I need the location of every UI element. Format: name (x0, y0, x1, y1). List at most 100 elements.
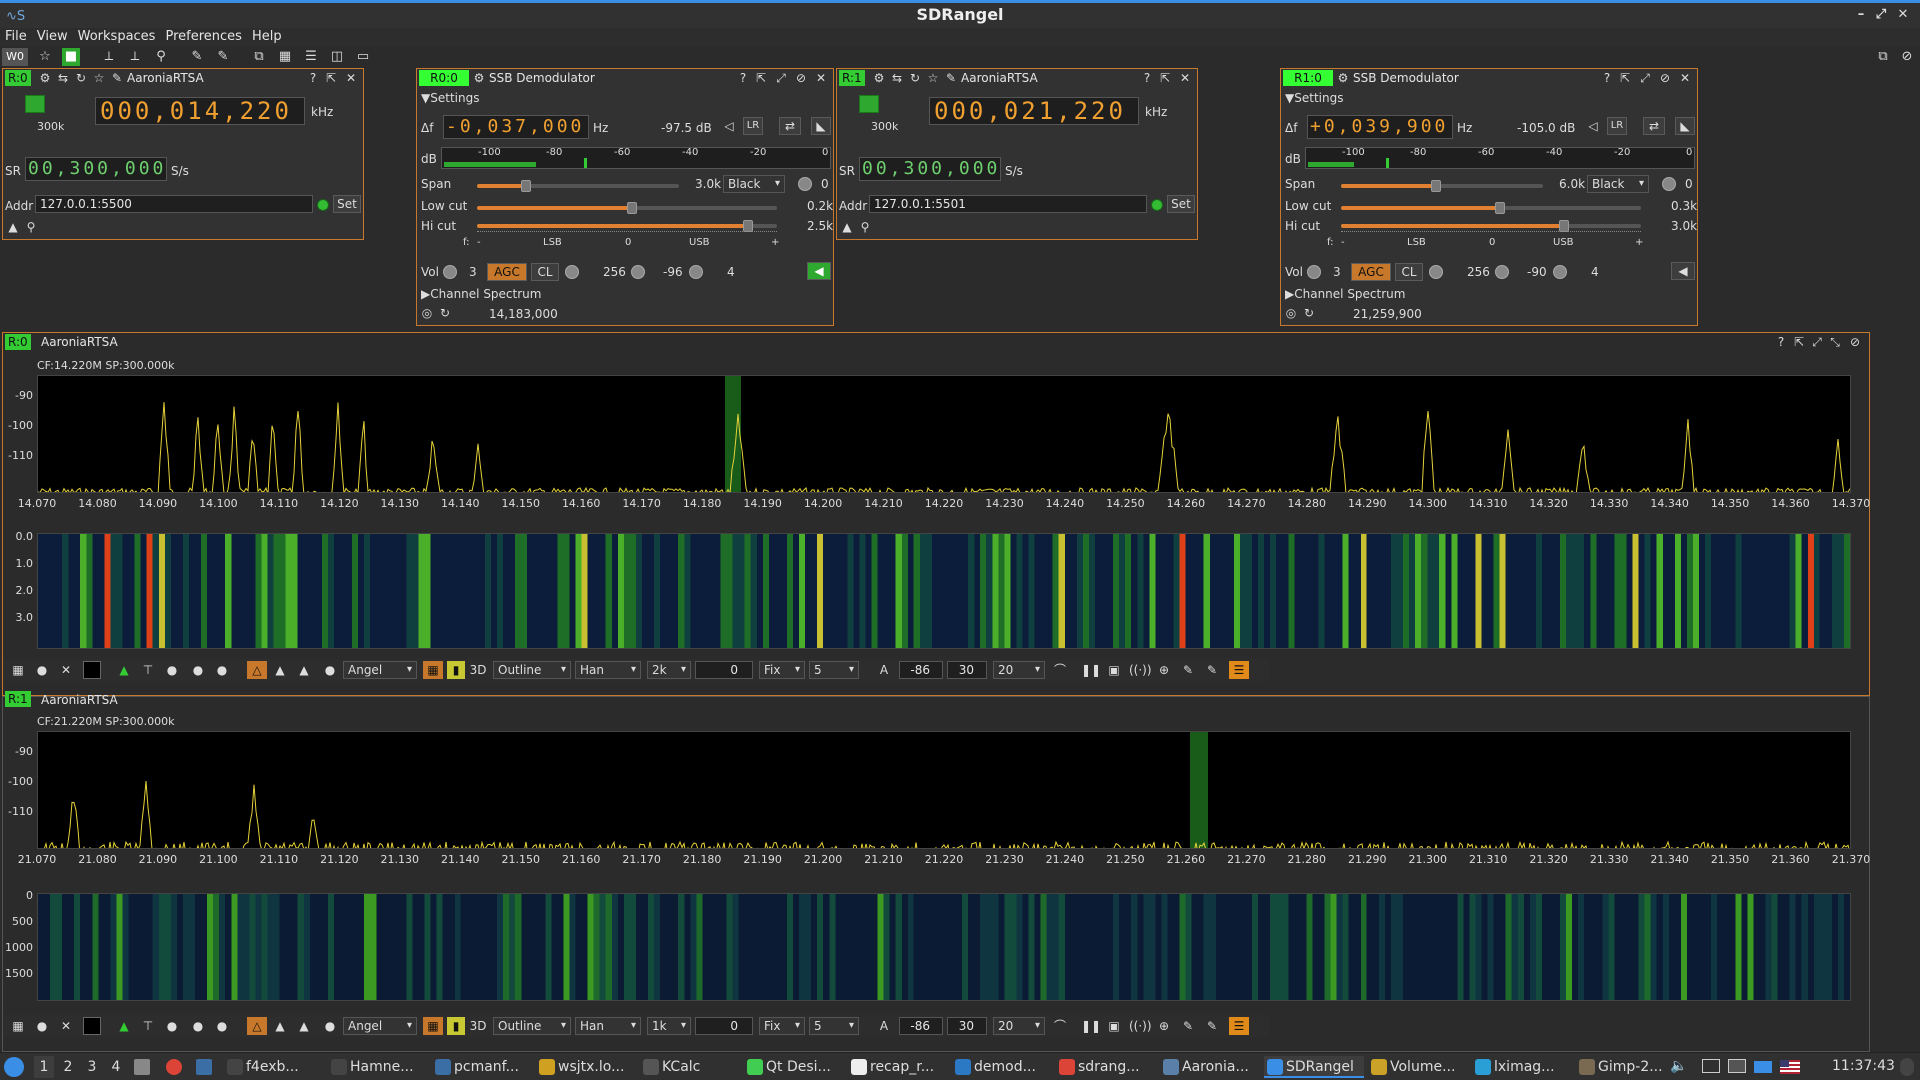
flip-sidebands-icon[interactable]: ⇄ (1643, 117, 1665, 135)
spectrum-display[interactable] (37, 731, 1851, 849)
spectrum-display[interactable] (37, 375, 1851, 493)
3d-icon[interactable]: 3D (469, 1017, 487, 1035)
averaging-mode-select[interactable]: Fix (759, 661, 805, 679)
palette-select[interactable]: Angel (343, 1017, 417, 1035)
tool-icon[interactable]: ✎ (109, 70, 125, 86)
broadcast-icon[interactable]: ((·)) (1129, 1017, 1152, 1035)
file-manager-launcher-icon[interactable] (134, 1059, 150, 1075)
max-hold-icon[interactable]: ▲ (271, 1017, 289, 1035)
agc-threshold-knob[interactable] (689, 265, 703, 279)
persistence-icon[interactable]: ▲ (295, 661, 313, 679)
averaging-mode-select[interactable]: Fix (759, 1017, 805, 1035)
delta-frequency-dial[interactable]: +0,039,900 (1307, 115, 1453, 139)
range-spinbox[interactable]: 30 (947, 1017, 987, 1035)
taskbar-task[interactable]: f4exb... (224, 1056, 324, 1078)
hide-workspace-icon[interactable]: ⊘ (1898, 48, 1916, 66)
move-icon[interactable]: ⇱ (1157, 70, 1173, 86)
taskbar-task[interactable]: wsjtx.lo... (536, 1056, 636, 1078)
restore-workspace-icon[interactable]: ⧉ (1874, 48, 1892, 66)
address-input[interactable]: 127.0.0.1:5500 (35, 195, 313, 213)
menu-icon[interactable]: ☰ (1229, 661, 1249, 679)
agc-button[interactable]: AGC (487, 263, 527, 281)
help-icon[interactable]: ? (1139, 70, 1155, 86)
palette-select[interactable]: Black (1587, 175, 1649, 193)
broadcast-icon[interactable]: ((·)) (1129, 661, 1152, 679)
agc-time-knob[interactable] (1429, 265, 1443, 279)
histogram-icon[interactable]: ▮ (447, 1017, 465, 1035)
start-stop-button[interactable] (859, 95, 879, 113)
span-slider[interactable] (477, 180, 679, 192)
gear-icon[interactable]: ⚙ (1335, 70, 1351, 86)
maximize-icon[interactable]: ⤢ (1872, 3, 1890, 27)
fps-select[interactable]: 20 (993, 1017, 1045, 1035)
hicut-slider[interactable] (1341, 220, 1641, 232)
notification-icon[interactable] (1900, 1058, 1914, 1076)
address-input[interactable]: 127.0.0.1:5501 (869, 195, 1147, 213)
up-arrow-icon[interactable]: ▲ (839, 219, 855, 235)
menu-workspaces[interactable]: Workspaces (73, 28, 161, 46)
channel-spectrum-toggle[interactable]: ▶Channel Spectrum (421, 287, 541, 301)
histogram-icon[interactable]: ▮ (447, 661, 465, 679)
stroke-knob[interactable]: ● (321, 1017, 339, 1035)
help-icon[interactable]: ? (1773, 334, 1789, 350)
volume-knob[interactable] (443, 265, 457, 279)
ref-level-spinbox[interactable]: -86 (899, 1017, 943, 1035)
target-icon[interactable]: ◎ (419, 305, 435, 321)
taskbar-task[interactable]: Aaronia... (1160, 1056, 1260, 1078)
taskbar-task[interactable]: Gimp-2... (1576, 1056, 1676, 1078)
peak-hold-icon[interactable]: △ (247, 661, 267, 679)
waterfall-display[interactable] (37, 893, 1851, 1001)
pause-icon[interactable]: ❚❚ (1081, 661, 1101, 679)
fill-icon[interactable]: ▲ (115, 1017, 133, 1035)
ref-level-spinbox[interactable]: -86 (899, 661, 943, 679)
agc-power-knob[interactable] (631, 265, 645, 279)
close-icon[interactable]: ✕ (1177, 70, 1193, 86)
tuning-icon[interactable]: ◣ (811, 117, 831, 135)
hide-icon[interactable]: ⊘ (1657, 70, 1673, 86)
minimize-icon[interactable]: – (1852, 3, 1870, 27)
menu-preferences[interactable]: Preferences (160, 28, 246, 46)
window-select[interactable]: Han (575, 1017, 641, 1035)
maximize-icon[interactable]: ⤢ (1637, 70, 1653, 86)
lr-button[interactable]: LR (743, 117, 763, 135)
move-icon[interactable]: ⇱ (323, 70, 339, 86)
help-icon[interactable]: ? (1599, 70, 1615, 86)
star-icon[interactable]: ☆ (925, 70, 941, 86)
sample-rate-dial[interactable]: 00,300,000 (859, 157, 1001, 181)
clear-icon[interactable]: ✕ (57, 661, 75, 679)
move-icon[interactable]: ⇱ (1791, 334, 1807, 350)
browser-launcher-icon[interactable] (166, 1059, 182, 1075)
curve-icon[interactable]: ⌒ (1051, 661, 1069, 679)
taskbar-task[interactable]: recap_r... (848, 1056, 948, 1078)
pause-icon[interactable]: ❚❚ (1081, 1017, 1101, 1035)
persistence-icon[interactable]: ▲ (295, 1017, 313, 1035)
add-feature-icon[interactable]: ✎ (188, 48, 206, 66)
display-icon[interactable] (1702, 1059, 1720, 1073)
style-select[interactable]: Outline (493, 1017, 571, 1035)
fill-icon[interactable]: ▲ (115, 661, 133, 679)
crosshair-icon[interactable]: ⊕ (1155, 661, 1173, 679)
add-rx-icon[interactable]: ⟂ (100, 48, 118, 66)
network-icon[interactable]: ⚲ (857, 219, 873, 235)
taskbar-task[interactable]: Volume... (1368, 1056, 1468, 1078)
close-icon[interactable]: ✕ (813, 70, 829, 86)
stop-icon[interactable]: ■ (62, 48, 80, 66)
menu-view[interactable]: View (32, 28, 73, 46)
workspace-4[interactable]: 4 (106, 1056, 126, 1078)
span-knob[interactable] (798, 177, 812, 191)
fps-select[interactable]: 20 (993, 661, 1045, 679)
set-button[interactable]: Set (333, 195, 361, 213)
window-select[interactable]: Han (575, 661, 641, 679)
waterfall-icon[interactable]: ▦ (423, 1017, 443, 1035)
hicut-slider[interactable] (477, 220, 777, 232)
agc-time-knob[interactable] (565, 265, 579, 279)
fullsize-icon[interactable]: ▭ (354, 48, 372, 66)
ruler-icon[interactable]: ✎ (1179, 1017, 1197, 1035)
clock[interactable]: 11:37:43 (1832, 1058, 1895, 1074)
refresh-icon[interactable]: ↻ (1301, 305, 1317, 321)
agc-button[interactable]: AGC (1351, 263, 1391, 281)
hide-icon[interactable]: ⊘ (1847, 334, 1863, 350)
fft-size-select[interactable]: 1k (647, 1017, 691, 1035)
refresh-icon[interactable]: ↻ (437, 305, 453, 321)
channel-marker[interactable] (1190, 732, 1208, 849)
